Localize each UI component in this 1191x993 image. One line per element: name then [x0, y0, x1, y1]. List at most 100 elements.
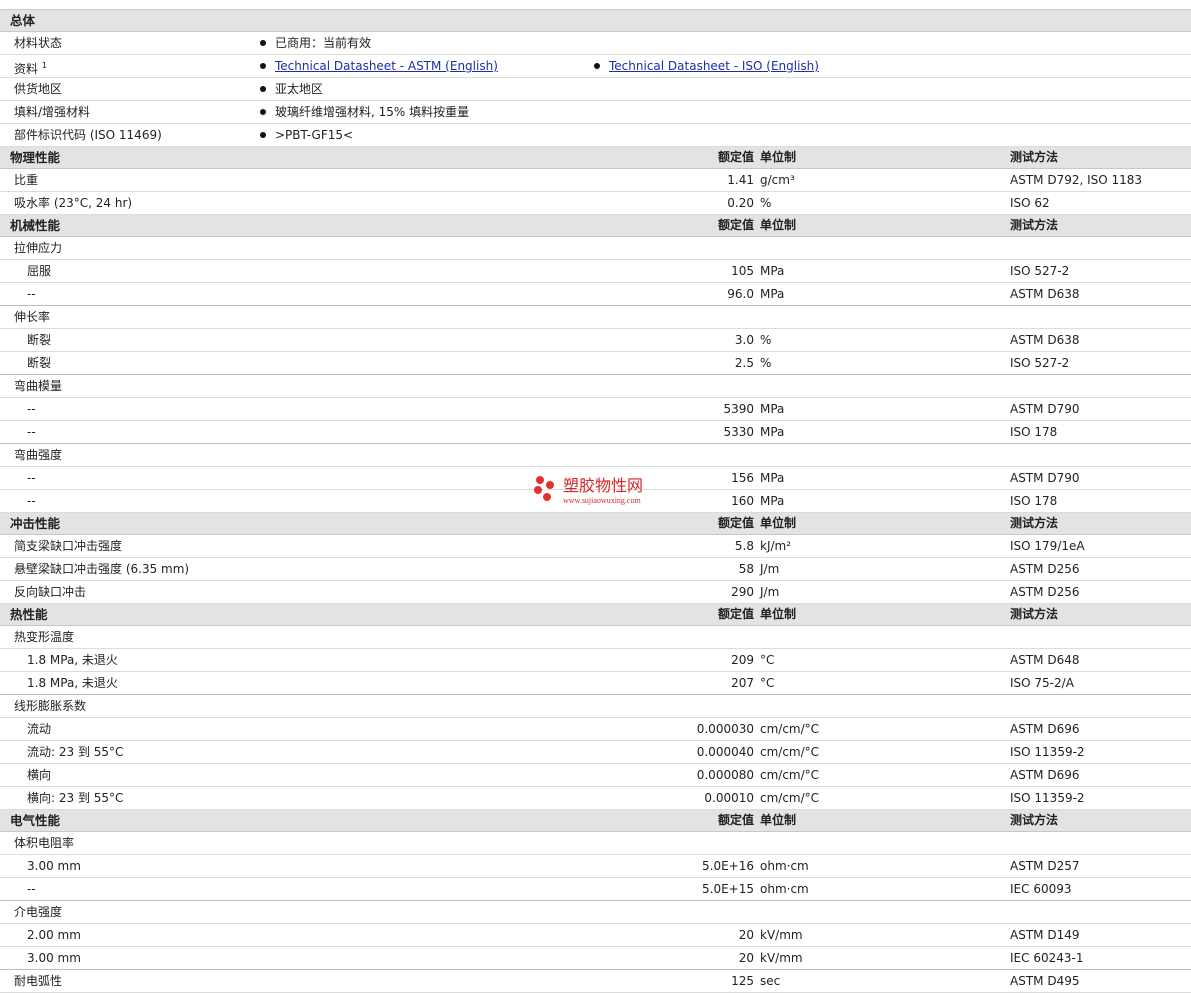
property-label: 流动: 23 到 55°C — [27, 741, 123, 763]
nominal-value: 105 — [731, 264, 754, 278]
bullet-item: >PBT-GF15< — [260, 124, 353, 146]
property-label: 断裂 — [27, 329, 51, 351]
watermark-url: www.sujiaowuxing.com — [563, 496, 641, 505]
table-row: 介电强度 — [0, 901, 1191, 924]
nominal-value: 5390 — [723, 402, 754, 416]
table-row: 3.00 mm 5.0E+16 ohm·cm ASTM D257 — [0, 855, 1191, 878]
table-row: 3.00 mm 20 kV/mm IEC 60243-1 — [0, 947, 1191, 970]
nominal-value: 207 — [731, 676, 754, 690]
table-row: 断裂 2.5% ISO 527-2 — [0, 352, 1191, 375]
unit: kV/mm — [760, 951, 803, 965]
datasheet-link[interactable]: Technical Datasheet - ISO (English) — [609, 59, 819, 73]
property-label: 2.00 mm — [27, 924, 81, 946]
test-method: ASTM D790 — [1010, 402, 1080, 416]
bullet-item: 玻璃纤维增强材料, 15% 填料按重量 — [260, 101, 469, 123]
datasheet-link[interactable]: Technical Datasheet - ASTM (English) — [275, 59, 498, 73]
table-row: 反向缺口冲击 290 J/m ASTM D256 — [0, 581, 1191, 604]
table-row: 屈服 105 MPa ISO 527-2 — [0, 260, 1191, 283]
column-header-value: 额定值 — [717, 516, 754, 530]
property-label-text: 吸水率 (23°C, 24 hr) — [14, 196, 133, 210]
property-label-text: 2.00 mm — [27, 928, 81, 942]
unit: MPa — [760, 287, 785, 301]
unit: cm/cm/°C — [760, 791, 820, 805]
nominal-value: 290 — [731, 585, 754, 599]
nominal-value: 20 — [738, 928, 754, 942]
property-label-text: 断裂 — [27, 333, 52, 347]
column-header-value: 额定值 — [717, 607, 754, 621]
test-method: ASTM D638 — [1010, 333, 1080, 347]
section-title: 热性能 — [10, 607, 48, 622]
bullet-text: 玻璃纤维增强材料, 15% 填料按重量 — [275, 105, 470, 119]
property-label-text: 资料 — [14, 62, 39, 76]
property-label-text: 体积电阻率 — [14, 836, 75, 850]
watermark: 塑胶物性网 www.sujiaowuxing.com — [531, 474, 671, 510]
nominal-value: 156 — [731, 471, 754, 485]
bullet-text: >PBT-GF15< — [275, 128, 354, 142]
property-label: 热变形温度 — [14, 626, 74, 648]
section-header: 电气性能 额定值 单位制 测试方法 — [0, 810, 1191, 832]
property-label: 吸水率 (23°C, 24 hr) — [14, 192, 132, 214]
property-label-text: 屈服 — [27, 264, 52, 278]
section-header: 物理性能 额定值 单位制 测试方法 — [0, 147, 1191, 169]
test-method: ASTM D495 — [1010, 974, 1080, 988]
property-label-text: 流动: 23 到 55°C — [27, 745, 124, 759]
unit: ohm·cm — [760, 882, 809, 896]
unit: MPa — [760, 402, 785, 416]
nominal-value: 0.000080 — [696, 768, 754, 782]
property-label: 3.00 mm — [27, 855, 81, 877]
unit: cm/cm/°C — [760, 722, 820, 736]
test-method: IEC 60243-1 — [1010, 951, 1084, 965]
table-row: 资料 1 Technical Datasheet - ASTM (English)… — [0, 55, 1191, 78]
nominal-value: 0.000040 — [696, 745, 754, 759]
property-label: 伸长率 — [14, 306, 50, 328]
table-row: -- 5.0E+15 ohm·cm IEC 60093 — [0, 878, 1191, 901]
nominal-value: 0.20 — [727, 196, 754, 210]
property-label: 横向 — [27, 764, 51, 786]
test-method: ASTM D149 — [1010, 928, 1080, 942]
property-label: 比重 — [14, 169, 38, 191]
table-row: 悬壁梁缺口冲击强度 (6.35 mm) 58 J/m ASTM D256 — [0, 558, 1191, 581]
column-header-unit: 单位制 — [760, 813, 797, 827]
property-label: -- — [27, 421, 36, 443]
property-label: 介电强度 — [14, 901, 62, 923]
nominal-value: 160 — [731, 494, 754, 508]
table-row: 流动: 23 到 55°C 0.000040 cm/cm/°C ISO 11359-2 — [0, 741, 1191, 764]
bullet-icon — [260, 132, 266, 138]
bullet-icon — [260, 109, 266, 115]
table-row: 断裂 3.0% ASTM D638 — [0, 329, 1191, 352]
property-label-text: -- — [27, 402, 36, 416]
column-header-method: 测试方法 — [1010, 607, 1059, 621]
unit: °C — [760, 653, 775, 667]
property-label: 简支梁缺口冲击强度 — [14, 535, 122, 557]
table-row: 1.8 MPa, 未退火 209 °C ASTM D648 — [0, 649, 1191, 672]
nominal-value: 1.41 — [727, 173, 754, 187]
property-label: 3.00 mm — [27, 947, 81, 969]
table-row: -- 5390 MPa ASTM D790 — [0, 398, 1191, 421]
property-label: 体积电阻率 — [14, 832, 74, 854]
table-row: 弯曲强度 — [0, 444, 1191, 467]
column-header-unit: 单位制 — [760, 516, 797, 530]
table-row: 流动 0.000030 cm/cm/°C ASTM D696 — [0, 718, 1191, 741]
property-label: 流动 — [27, 718, 51, 740]
section-header: 机械性能 额定值 单位制 测试方法 — [0, 215, 1191, 237]
column-header-value: 额定值 — [717, 218, 754, 232]
property-label-text: 材料状态 — [14, 36, 63, 50]
unit: sec — [760, 974, 781, 988]
property-label-text: 弯曲强度 — [14, 448, 63, 462]
column-header-method: 测试方法 — [1010, 813, 1059, 827]
property-label: 反向缺口冲击 — [14, 581, 86, 603]
test-method: ISO 178 — [1010, 494, 1058, 508]
property-label: 弯曲模量 — [14, 375, 62, 397]
test-method: ISO 527-2 — [1010, 356, 1070, 370]
property-label-text: -- — [27, 287, 36, 301]
property-label-text: 1.8 MPa, 未退火 — [27, 676, 118, 690]
table-row: 填料/增强材料 玻璃纤维增强材料, 15% 填料按重量 — [0, 101, 1191, 124]
property-label: 资料 1 — [14, 55, 47, 80]
watermark-logo-icon — [534, 476, 554, 501]
property-label: 部件标识代码 (ISO 11469) — [14, 124, 162, 146]
nominal-value: 5.8 — [734, 539, 754, 553]
property-label-text: 拉伸应力 — [14, 241, 63, 255]
test-method: ASTM D696 — [1010, 722, 1080, 736]
table-row: 弯曲模量 — [0, 375, 1191, 398]
table-row: 线形膨胀系数 — [0, 695, 1191, 718]
